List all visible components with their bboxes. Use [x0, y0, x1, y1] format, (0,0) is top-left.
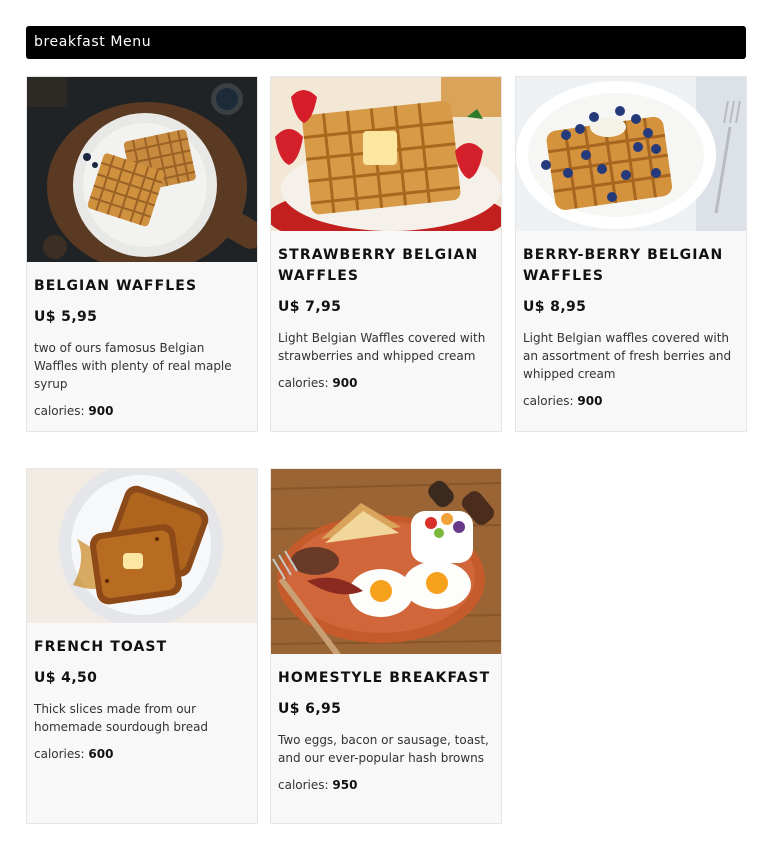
calories-value: 900	[88, 404, 114, 418]
item-price: U$ 7,95	[278, 299, 342, 315]
item-name: BELGIAN WAFFLES	[34, 278, 198, 294]
strawberry-waffle-photo	[271, 77, 501, 231]
item-name: STRAWBERRY BELGIAN WAFFLES	[278, 247, 479, 284]
item-description: two of ours famosus Belgian Waffles with…	[34, 341, 232, 391]
waffles-on-board-photo	[27, 77, 257, 262]
menu-title: breakfast Menu	[34, 34, 152, 50]
item-price: U$ 4,50	[34, 670, 98, 686]
menu-card[interactable]: BERRY-BERRY BELGIAN WAFFLES U$ 8,95 Ligh…	[515, 76, 747, 432]
french-toast-photo	[27, 469, 257, 623]
calories-label: calories:	[34, 404, 85, 418]
berry-waffle-photo	[516, 77, 746, 231]
item-name: BERRY-BERRY BELGIAN WAFFLES	[523, 247, 724, 284]
calories-label: calories:	[278, 376, 329, 390]
item-description: Two eggs, bacon or sausage, toast, and o…	[278, 733, 489, 765]
menu-card[interactable]: FRENCH TOAST U$ 4,50 Thick slices made f…	[26, 468, 258, 824]
item-description: Light Belgian Waffles covered with straw…	[278, 331, 486, 363]
item-description: Thick slices made from our homemade sour…	[34, 702, 209, 734]
item-calories: calories: 900	[523, 394, 739, 408]
calories-value: 950	[332, 778, 358, 792]
item-calories: calories: 600	[34, 747, 250, 761]
menu-header: breakfast Menu	[26, 26, 746, 59]
menu-card[interactable]: HOMESTYLE BREAKFAST U$ 6,95 Two eggs, ba…	[270, 468, 502, 824]
item-name: FRENCH TOAST	[34, 639, 168, 655]
homestyle-breakfast-photo	[271, 469, 501, 654]
calories-value: 900	[577, 394, 603, 408]
item-price: U$ 6,95	[278, 701, 342, 717]
item-price: U$ 5,95	[34, 309, 98, 325]
item-calories: calories: 900	[34, 404, 250, 418]
calories-label: calories:	[523, 394, 574, 408]
item-description: Light Belgian waffles covered with an as…	[523, 331, 732, 381]
menu-card[interactable]: STRAWBERRY BELGIAN WAFFLES U$ 7,95 Light…	[270, 76, 502, 432]
item-price: U$ 8,95	[523, 299, 587, 315]
item-calories: calories: 950	[278, 778, 494, 792]
calories-label: calories:	[34, 747, 85, 761]
calories-label: calories:	[278, 778, 329, 792]
calories-value: 900	[332, 376, 358, 390]
calories-value: 600	[88, 747, 114, 761]
item-calories: calories: 900	[278, 376, 494, 390]
item-name: HOMESTYLE BREAKFAST	[278, 670, 491, 686]
menu-card[interactable]: BELGIAN WAFFLES U$ 5,95 two of ours famo…	[26, 76, 258, 432]
